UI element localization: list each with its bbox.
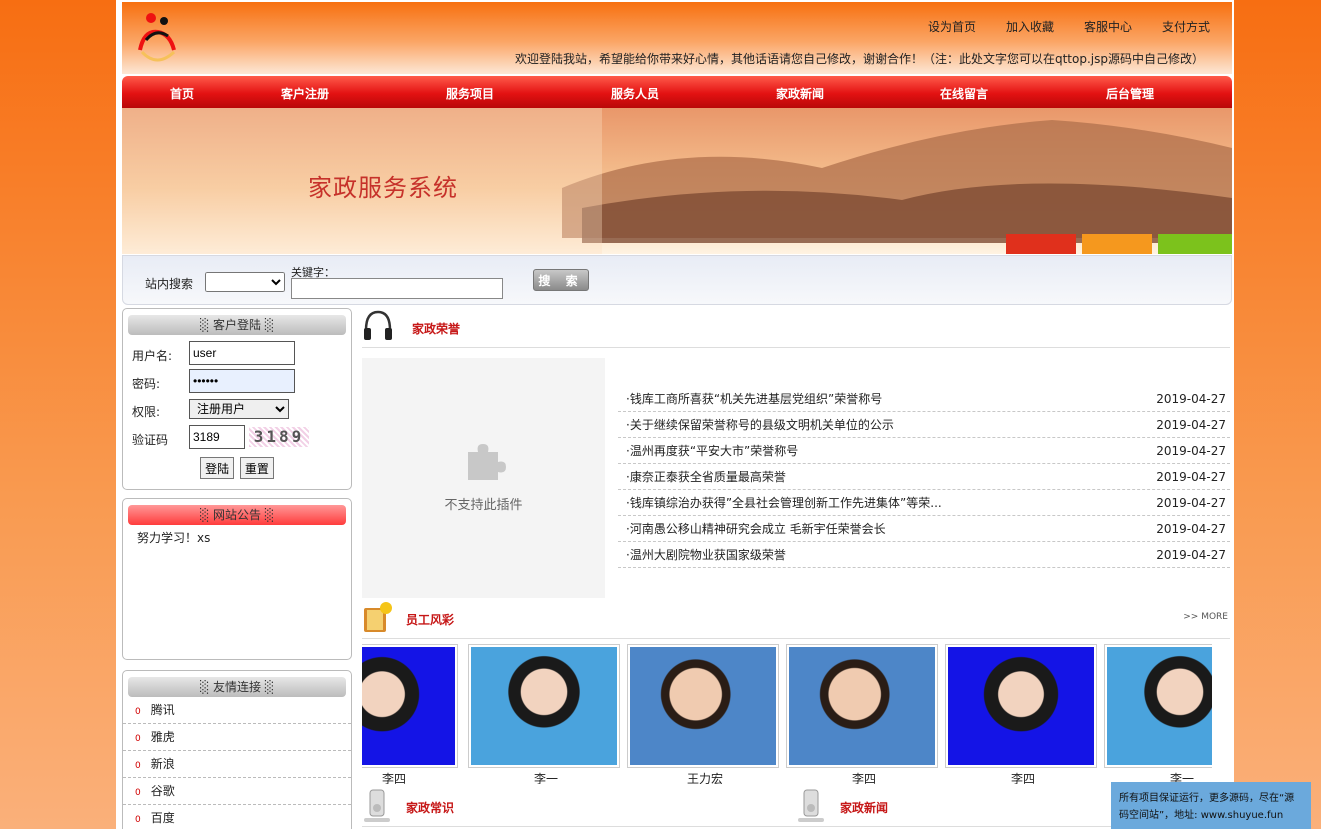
divider [362,826,1230,827]
puzzle-icon [468,444,506,480]
login-button[interactable]: 登陆 [200,457,235,479]
nav-register[interactable]: 客户注册 [281,85,329,102]
keyword-input[interactable] [291,278,503,299]
search-button[interactable]: 搜 索 [533,269,589,291]
staff-photo [630,647,776,765]
news-row[interactable]: ·河南愚公移山精神研究会成立 毛新宇任荣誉会长 2019-04-27 [618,516,1230,542]
captcha-image[interactable]: 3189 [249,427,309,447]
staff-card[interactable]: 李一 [1104,644,1212,784]
plugin-placeholder: 不支持此插件 [362,358,605,598]
staff-photo-strip: 李四 李一 王力宏 李四 李四 李一 [362,644,1212,784]
banner-landscape [122,108,1232,254]
username-label: 用户名: [132,349,173,363]
notice-text: 努力学习！xs [137,531,211,545]
staff-photo [362,647,455,765]
book-icon [364,602,392,632]
login-box: ░ 客户登陆 ░ 用户名: 密码: 权限: 注册用户 验证码 3189 登陆 重… [122,308,352,490]
nav-home[interactable]: 首页 [170,85,194,102]
friend-link-item[interactable]: 0 腾讯 [123,697,351,724]
staff-photo [789,647,935,765]
staff-name: 李四 [851,772,876,784]
staff-name: 李四 [381,772,406,784]
staff-title: 员工风彩 [406,613,455,627]
captcha-label: 验证码 [132,433,169,447]
set-homepage-link[interactable]: 设为首页 [928,18,976,35]
password-label: 密码: [132,377,161,391]
search-bar: 站内搜索 关键字： 搜 索 [122,255,1232,305]
staff-name: 李四 [1010,772,1035,784]
friend-links-box: ░ 友情连接 ░ 0 腾讯 0 雅虎 0 新浪 0 谷歌 0 百度 [122,670,352,829]
nav-admin[interactable]: 后台管理 [1106,85,1154,102]
nav-message[interactable]: 在线留言 [940,85,988,102]
divider [362,347,1230,348]
staff-card[interactable]: 李四 [362,644,462,784]
news-row[interactable]: ·温州大剧院物业获国家级荣誉 2019-04-27 [618,542,1230,568]
add-favorite-link[interactable]: 加入收藏 [1006,18,1054,35]
more-link[interactable]: >> MORE [1183,612,1228,622]
staff-photo [471,647,617,765]
watermark-note: 所有项目保证运行，更多源码，尽在“源码空间站”，地址: www.shuyue.f… [1111,782,1311,829]
reset-button[interactable]: 重置 [239,457,274,479]
friend-link-item[interactable]: 0 雅虎 [123,724,351,751]
news-row[interactable]: ·温州再度获“平安大市”荣誉称号 2019-04-27 [618,438,1230,464]
staff-card[interactable]: 李四 [786,644,942,784]
notice-box-title: ░ 网站公告 ░ [128,505,346,525]
friend-link-item[interactable]: 0 新浪 [123,751,351,778]
captcha-input[interactable] [189,425,245,449]
staff-name: 李一 [533,772,558,784]
staff-photo [1107,647,1212,765]
page-container: 设为首页 加入收藏 客服中心 支付方式 欢迎登陆我站，希望能给你带来好心情，其他… [116,0,1234,829]
news-row[interactable]: ·钱库工商所喜获“机关先进基层党组织”荣誉称号 2019-04-27 [618,386,1230,412]
notice-box: ░ 网站公告 ░ 努力学习！xs [122,498,352,660]
logo-icon [138,13,176,62]
top-links: 设为首页 加入收藏 客服中心 支付方式 [928,18,1210,35]
ipod-icon [798,789,824,822]
role-label: 权限: [132,405,161,419]
site-header: 设为首页 加入收藏 客服中心 支付方式 欢迎登陆我站，希望能给你带来好心情，其他… [122,2,1232,74]
banner: 家政服务系统 [122,108,1232,254]
news-title: 家政新闻 [840,801,889,815]
news-row[interactable]: ·康奈正泰获全省质量最高荣誉 2019-04-27 [618,464,1230,490]
knowledge-title: 家政常识 [406,801,455,815]
staff-card[interactable]: 李四 [945,644,1101,784]
staff-card[interactable]: 王力宏 [627,644,783,784]
friend-link-item[interactable]: 0 百度 [123,805,351,829]
login-box-title: ░ 客户登陆 ░ [128,315,346,335]
banner-title: 家政服务系统 [308,174,458,202]
friend-links-title: ░ 友情连接 ░ [128,677,346,697]
username-input[interactable] [189,341,295,365]
nav-services[interactable]: 服务项目 [446,85,494,102]
nav-staff[interactable]: 服务人员 [611,85,659,102]
ipod-icon [364,789,390,822]
password-input[interactable] [189,369,295,393]
friend-link-item[interactable]: 0 谷歌 [123,778,351,805]
honor-news-list: ·钱库工商所喜获“机关先进基层党组织”荣誉称号 2019-04-27 ·关于继续保… [618,386,1230,568]
divider [362,638,1230,639]
headphones-icon [364,310,392,340]
staff-card[interactable]: 李一 [468,644,624,784]
plugin-text: 不支持此插件 [444,498,523,513]
staff-name: 王力宏 [686,772,723,784]
news-row[interactable]: ·钱库镇综治办获得”全县社会管理创新工作先进集体”等荣... 2019-04-27 [618,490,1230,516]
payment-method-link[interactable]: 支付方式 [1162,18,1210,35]
search-label: 站内搜索 [145,277,194,291]
role-select[interactable]: 注册用户 [189,399,289,419]
staff-photo [948,647,1094,765]
welcome-text: 欢迎登陆我站，希望能给你带来好心情，其他话语请您自己修改，谢谢合作！（注：此处文… [514,52,1204,66]
search-category-select[interactable] [205,272,285,292]
main-nav: 首页 客户注册 服务项目 服务人员 家政新闻 在线留言 后台管理 [122,76,1232,108]
news-row[interactable]: ·关于继续保留荣誉称号的县级文明机关单位的公示 2019-04-27 [618,412,1230,438]
customer-service-link[interactable]: 客服中心 [1084,18,1132,35]
honor-title: 家政荣誉 [412,322,461,336]
nav-news[interactable]: 家政新闻 [776,85,824,102]
